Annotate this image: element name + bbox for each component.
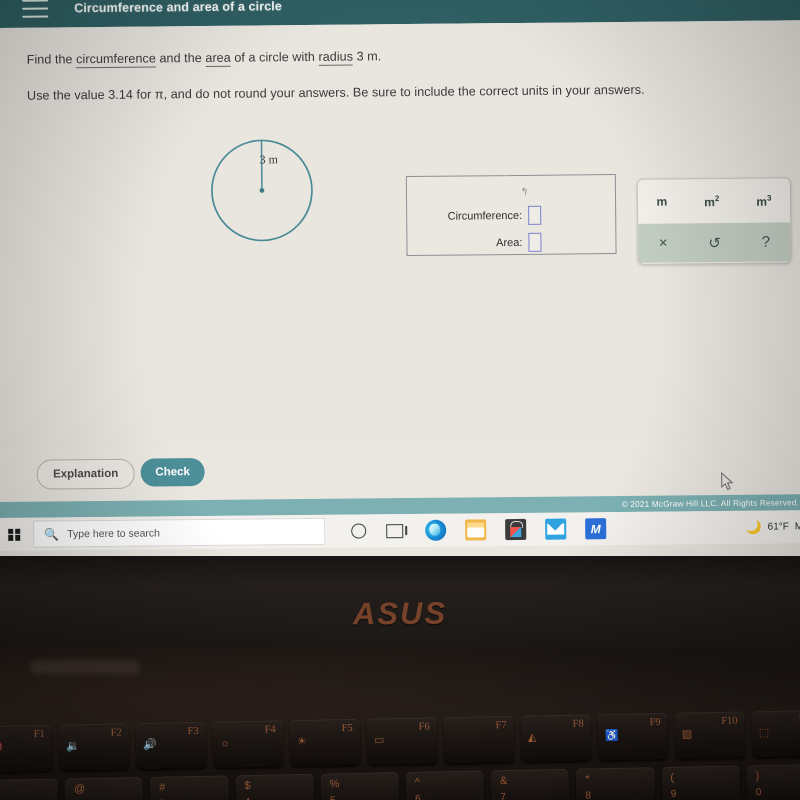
laptop-photo: Circumference and area of a circle Find … [0,0,800,800]
q1-d: 3 m. [352,49,382,64]
key-9[interactable]: (9 [661,765,741,800]
mouse-cursor [721,471,735,496]
deck-highlight [30,660,140,674]
clear-button[interactable]: × [659,235,668,252]
weather-desc[interactable]: M [795,521,800,532]
asus-logo: ASUS [352,595,448,632]
windows-logo-icon [8,528,21,541]
system-tray: 🌙 61°F M [745,519,800,536]
screenshot-key[interactable]: ⬚F11 [751,709,800,758]
help-button[interactable]: ? [762,234,771,251]
area-label: Area: [496,236,523,249]
mail-icon[interactable] [545,518,567,540]
project-key[interactable]: ◭ F8 [520,714,592,762]
worksheet-body: Find the circumference and the area of a… [0,20,800,448]
radius-label: 3 m [259,152,279,167]
hamburger-icon[interactable] [22,0,49,18]
link-circumference[interactable]: circumference [76,51,156,69]
laptop-screen: Circumference and area of a circle Find … [0,0,800,568]
check-button[interactable]: Check [140,458,205,487]
moon-icon: 🌙 [745,519,762,535]
key-6[interactable]: ^ 6 [405,770,485,800]
key-8[interactable]: * 8 [575,767,655,800]
circle-figure: 3 m [203,128,324,249]
key-3[interactable]: #3 [150,775,230,800]
question-line-1: Find the circumference and the area of a… [26,49,382,69]
key-1[interactable]: 1 [0,778,59,800]
action-row: × ↺ ? [638,222,791,263]
camera-off-key[interactable]: ▧ F10 [674,711,746,759]
cortana-icon[interactable] [349,522,367,540]
brightness-down-key[interactable]: ☼ F4 [212,720,284,768]
weather-temp[interactable]: 61°F [768,521,789,532]
undo-button[interactable]: ↺ [708,234,721,252]
f7-key[interactable]: F7 [443,715,515,764]
area-row: Area: [496,232,542,252]
area-input[interactable] [528,232,542,252]
unit-button-m3[interactable]: m3 [756,193,771,208]
q1-b: and the [155,50,206,66]
key-7[interactable]: & 7 [490,768,570,800]
edge-icon[interactable] [425,519,447,541]
volume-up-key[interactable]: 🔊 F3 [135,721,207,770]
unit-row: m m2 m3 [637,178,791,224]
unit-button-m[interactable]: m [656,195,667,209]
copyright-text: © 2021 McGraw Hill LLC. All Rights Reser… [621,497,799,509]
search-placeholder: Type here to search [67,526,161,540]
windows-taskbar: 🔍 Type here to search M 🌙 61°F M [0,510,800,551]
blue-app-icon[interactable]: M [585,518,607,540]
taskbar-system-icons [349,522,403,541]
lock-key[interactable]: ♿ F9 [597,712,669,761]
link-area[interactable]: area [205,50,231,67]
circle-svg [211,139,313,242]
circumference-label: Circumference: [447,209,523,223]
circumference-row: Circumference: [447,205,542,226]
explanation-button[interactable]: Explanation [36,458,135,490]
key-2[interactable]: @2 [64,776,144,800]
display-toggle-key[interactable]: ▭ F6 [366,717,438,765]
file-explorer-icon[interactable] [465,519,487,541]
answer-panel: ↰ Circumference: Area: [405,174,617,257]
circumference-input[interactable] [528,205,542,225]
microsoft-store-icon[interactable] [505,518,527,541]
stray-caret-mark: ↰ [518,186,530,199]
mute-key[interactable]: 🔇 F1 [0,724,53,773]
key-5[interactable]: %5 [320,772,400,800]
page-title: Circumference and area of a circle [74,0,282,16]
link-radius[interactable]: radius [318,49,354,66]
taskbar-search[interactable]: 🔍 Type here to search [33,517,326,548]
question-line-2: Use the value 3.14 for π, and do not rou… [26,82,645,103]
key-0[interactable]: ) 0 [746,763,800,800]
volume-down-key[interactable]: 🔉 F2 [58,723,130,771]
unit-palette: m m2 m3 × ↺ ? [636,177,792,265]
brightness-up-key[interactable]: ☀ F5 [289,718,361,767]
q1-c: of a circle with [230,49,319,65]
search-icon: 🔍 [44,526,60,542]
key-4[interactable]: $4 [235,773,315,800]
unit-button-m2[interactable]: m2 [704,194,719,209]
q1-a: Find the [26,52,77,67]
start-button[interactable] [1,528,27,541]
taskbar-apps: M [425,518,607,541]
task-view-icon[interactable] [385,522,403,540]
